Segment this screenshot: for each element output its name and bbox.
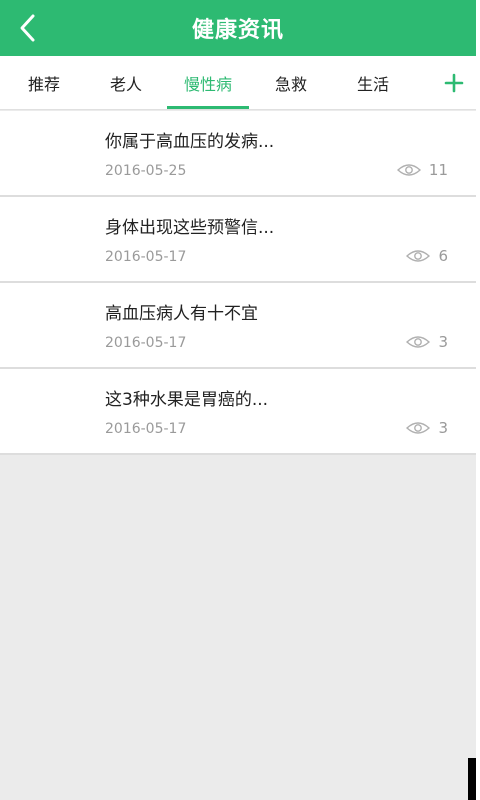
article-list: 你属于高血压的发病... 2016-05-25 11 身体出现这些预警信... … (0, 111, 476, 455)
article-date: 2016-05-17 (105, 249, 187, 265)
chevron-left-icon (20, 14, 35, 42)
tab-life[interactable]: 生活 (332, 56, 414, 110)
article-date: 2016-05-25 (105, 163, 187, 179)
article-title: 你属于高血压的发病... (105, 132, 275, 152)
view-count: 6 (406, 247, 448, 265)
article-title: 高血压病人有十不宜 (105, 304, 258, 324)
article-title: 这3种水果是胃癌的... (105, 390, 269, 410)
view-count-value: 3 (438, 419, 448, 437)
list-item[interactable]: 身体出现这些预警信... 2016-05-17 6 (0, 197, 476, 283)
view-count: 11 (396, 161, 448, 179)
article-date: 2016-05-17 (105, 421, 187, 437)
view-count: 3 (406, 333, 448, 351)
corner-mark (468, 758, 476, 800)
view-count-value: 6 (438, 247, 448, 265)
category-tabs: 推荐 老人 慢性病 急救 生活 (0, 56, 476, 110)
active-tab-indicator (167, 106, 249, 109)
article-date: 2016-05-17 (105, 335, 187, 351)
article-title: 身体出现这些预警信... (105, 218, 275, 238)
view-count-value: 11 (428, 161, 448, 179)
eye-icon (406, 336, 431, 348)
tab-first-aid[interactable]: 急救 (250, 56, 332, 110)
eye-icon (406, 422, 431, 434)
plus-icon (444, 73, 464, 93)
view-count: 3 (406, 419, 448, 437)
page-title: 健康资讯 (191, 18, 284, 43)
screen-edge (476, 0, 480, 800)
add-category-button[interactable] (436, 63, 472, 103)
eye-icon (396, 164, 421, 176)
title-bar: 健康资讯 (0, 0, 476, 56)
tab-elderly[interactable]: 老人 (85, 56, 167, 110)
view-count-value: 3 (438, 333, 448, 351)
back-button[interactable] (8, 8, 48, 48)
list-item[interactable]: 高血压病人有十不宜 2016-05-17 3 (0, 283, 476, 369)
tab-recommended[interactable]: 推荐 (3, 56, 85, 110)
list-item[interactable]: 你属于高血压的发病... 2016-05-25 11 (0, 111, 476, 197)
eye-icon (406, 250, 431, 262)
tab-chronic-disease[interactable]: 慢性病 (167, 56, 249, 110)
app-screen: 健康资讯 推荐 老人 慢性病 急救 生活 你属于高血压的发病... 2016-0… (0, 0, 480, 800)
list-item[interactable]: 这3种水果是胃癌的... 2016-05-17 3 (0, 369, 476, 455)
